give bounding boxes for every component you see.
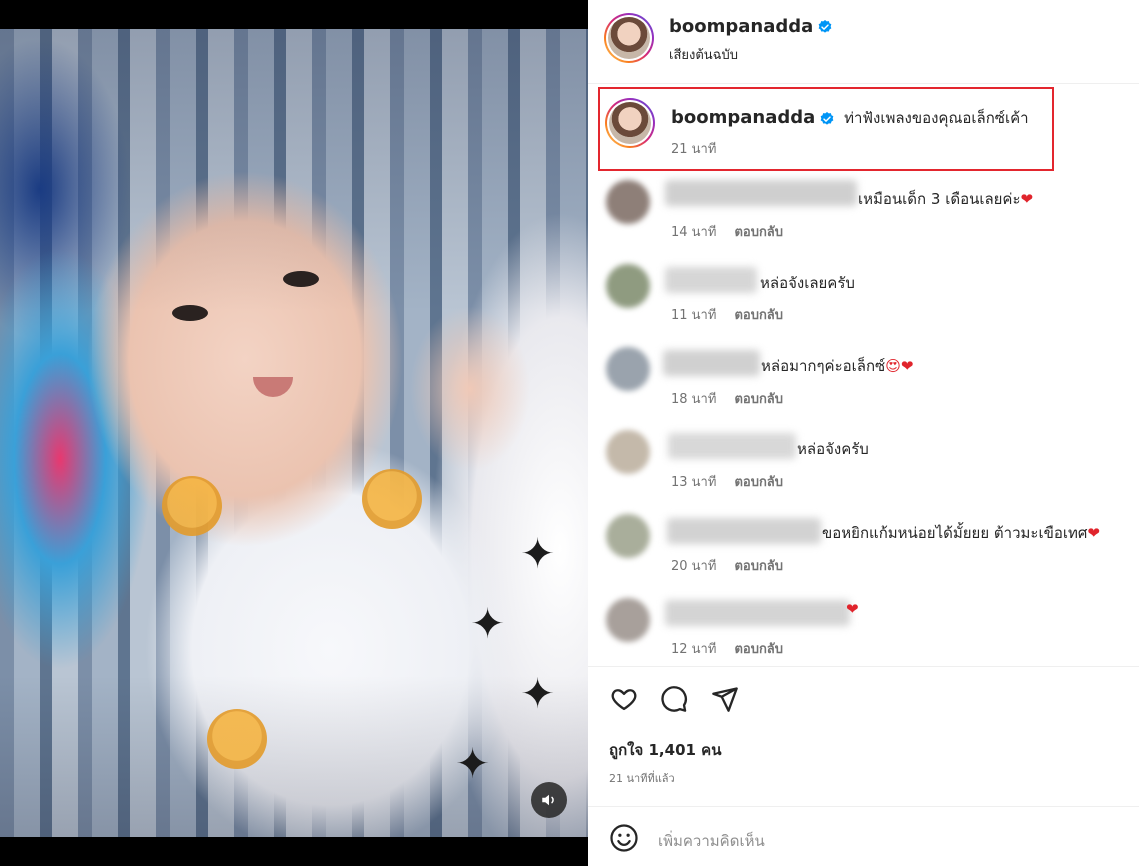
caption-time[interactable]: 21 นาที <box>671 138 716 159</box>
comment-username-blurred[interactable] <box>668 433 796 459</box>
comment-meta: 14 นาที ตอบกลับ <box>671 221 783 242</box>
comment-avatar[interactable] <box>606 598 650 642</box>
photo-pattern-flower: ✦ <box>520 529 556 578</box>
emoji-icon[interactable] <box>609 823 639 853</box>
comment-username-blurred[interactable] <box>663 350 760 376</box>
comment-text: ขอหยิกแก้มหน่อยได้มั้ยยย ต้าวมะเขือเทศ❤ <box>822 524 1100 542</box>
verified-badge-icon <box>820 111 834 125</box>
comment-text: หล่อมากๆค่ะอเล็กซ์😍❤ <box>761 357 914 375</box>
comments-divider <box>588 666 1139 667</box>
heart-emoji: ❤ <box>1087 524 1100 542</box>
comment-username-blurred[interactable] <box>665 267 757 293</box>
photo-pattern-flower: ✦ <box>520 669 556 718</box>
comment-avatar[interactable] <box>606 430 650 474</box>
comment-avatar[interactable] <box>606 514 650 558</box>
baby-photo[interactable]: ✦ ✦ ✦ ✦ <box>0 29 588 837</box>
comment-meta: 11 นาที ตอบกลับ <box>671 304 783 325</box>
post-media: ✦ ✦ ✦ ✦ <box>0 0 588 866</box>
comment-time[interactable]: 20 นาที <box>671 559 716 574</box>
comment-time[interactable]: 18 นาที <box>671 392 716 407</box>
reply-button[interactable]: ตอบกลับ <box>734 559 783 574</box>
photo-tiger-print <box>362 469 422 529</box>
comment-meta: 18 นาที ตอบกลับ <box>671 388 783 409</box>
photo-eye-left <box>172 305 208 321</box>
comment-text: หล่อจังครับ <box>797 440 869 458</box>
heart-eyes-emoji: 😍❤ <box>885 357 914 375</box>
comment-icon[interactable] <box>659 685 689 713</box>
caption-author-avatar[interactable] <box>605 98 655 148</box>
speaker-icon <box>542 794 554 806</box>
heart-emoji: ❤ <box>846 600 859 618</box>
comment-avatar[interactable] <box>606 264 650 308</box>
photo-eye-right <box>283 271 319 287</box>
comment-avatar[interactable] <box>606 180 650 224</box>
reply-button[interactable]: ตอบกลับ <box>734 392 783 407</box>
heart-emoji: ❤ <box>1020 190 1034 208</box>
reply-button[interactable]: ตอบกลับ <box>734 642 783 657</box>
photo-pattern-flower: ✦ <box>455 739 491 788</box>
reply-button[interactable]: ตอบกลับ <box>734 225 783 240</box>
comment-username-blurred[interactable] <box>665 600 850 626</box>
caption-text: ท่าฟังเพลงของคุณอเล็กซ์เค้า <box>844 109 1029 127</box>
comment-username-blurred[interactable] <box>667 518 821 544</box>
likes-count[interactable]: ถูกใจ 1,401 คน <box>609 738 721 762</box>
photo-tiger-print <box>207 709 267 769</box>
sound-toggle-button[interactable] <box>531 782 567 818</box>
caption-line: boompanadda ท่าฟังเพลงของคุณอเล็กซ์เค้า <box>671 106 1029 130</box>
footer-divider <box>588 806 1139 807</box>
author-avatar[interactable] <box>604 13 654 63</box>
header-divider <box>588 83 1139 84</box>
comment-time[interactable]: 11 นาที <box>671 308 716 323</box>
comment-meta: 20 นาที ตอบกลับ <box>671 555 783 576</box>
reply-button[interactable]: ตอบกลับ <box>734 308 783 323</box>
caption-username[interactable]: boompanadda <box>671 107 815 128</box>
reply-button[interactable]: ตอบกลับ <box>734 475 783 490</box>
comment-username-blurred[interactable] <box>665 180 857 206</box>
add-comment-input[interactable]: เพิ่มความคิดเห็น <box>658 829 765 853</box>
comment-text: หล่อจังเลยครับ <box>760 274 855 292</box>
verified-badge-icon <box>818 20 832 33</box>
send-icon[interactable] <box>710 685 740 713</box>
audio-label[interactable]: เสียงต้นฉบับ <box>669 44 738 65</box>
comment-meta: 13 นาที ตอบกลับ <box>671 471 783 492</box>
comment-time[interactable]: 12 นาที <box>671 642 716 657</box>
post-time[interactable]: 21 นาทีที่แล้ว <box>609 769 675 787</box>
comment-text: ❤ <box>846 600 859 618</box>
photo-pattern-flower: ✦ <box>470 599 506 648</box>
photo-tiger-print <box>162 476 222 536</box>
header-username[interactable]: boompanadda <box>669 16 833 37</box>
comment-meta: 12 นาที ตอบกลับ <box>671 638 783 659</box>
comment-time[interactable]: 13 นาที <box>671 475 716 490</box>
heart-icon[interactable] <box>609 685 639 713</box>
comment-time[interactable]: 14 นาที <box>671 225 716 240</box>
comment-avatar[interactable] <box>606 347 650 391</box>
comment-text: เหมือนเด็ก 3 เดือนเลยค่ะ❤ <box>858 190 1034 208</box>
